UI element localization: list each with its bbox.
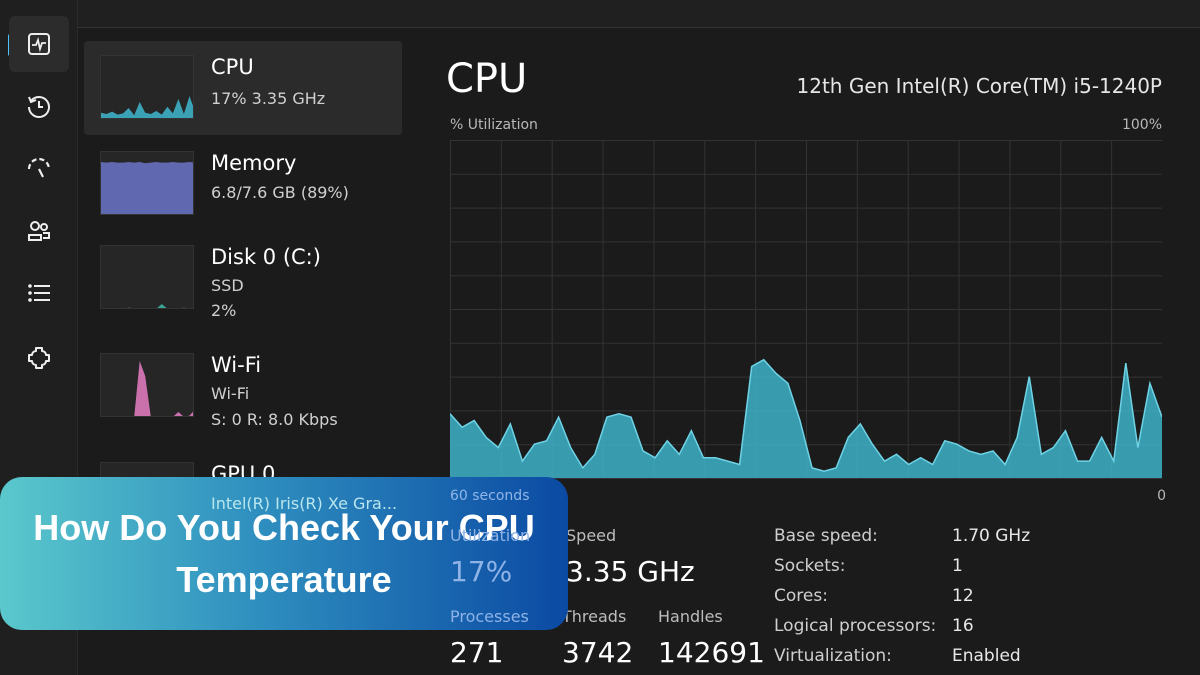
resource-disk[interactable]: Disk 0 (C:) SSD 2%	[84, 231, 402, 325]
cpu-model: 12th Gen Intel(R) Core(TM) i5-1240P	[796, 74, 1162, 98]
resource-value: Intel(R) Iris(R) Xe Gra...	[211, 494, 398, 513]
spec-value: 16	[952, 616, 974, 636]
resource-wifi[interactable]: Wi-Fi Wi-Fi S: 0 R: 8.0 Kbps	[84, 339, 402, 433]
users-icon	[28, 221, 50, 241]
startup-apps-icon	[27, 157, 51, 178]
thumbnail-area	[101, 162, 193, 214]
resource-name: Memory	[211, 151, 297, 175]
services-icon	[28, 347, 50, 369]
page-title: CPU	[446, 56, 528, 102]
nav-users[interactable]	[9, 203, 69, 259]
thumbnail-area	[101, 96, 193, 118]
title-bar	[78, 0, 1200, 28]
app-history-icon	[28, 96, 50, 118]
banner-title: How Do You Check Your CPU Temperature	[33, 506, 535, 600]
processes-value: 271	[450, 636, 504, 669]
resource-name: Wi-Fi	[211, 353, 262, 377]
memory-thumbnail-graph	[100, 151, 194, 215]
resource-value: 17% 3.35 GHz	[211, 89, 326, 108]
threads-label: Threads	[562, 607, 627, 626]
thumbnail-area	[126, 304, 186, 308]
cpu-thumbnail-graph	[100, 55, 194, 119]
nav-details[interactable]	[9, 265, 69, 321]
resource-name: Disk 0 (C:)	[211, 245, 321, 269]
spec-label: Cores:	[774, 586, 828, 606]
wifi-thumbnail-graph	[100, 353, 194, 417]
resource-value: 2%	[211, 301, 237, 320]
utilization-value: 17%	[450, 555, 513, 588]
thumbnail-area	[134, 361, 193, 416]
resource-type: SSD	[211, 276, 244, 295]
details-list-icon	[28, 284, 50, 302]
disk-thumbnail-graph	[100, 245, 194, 309]
threads-value: 3742	[562, 636, 634, 669]
resource-value: 6.8/7.6 GB (89%)	[211, 183, 349, 202]
spec-value: 1.70 GHz	[952, 526, 1031, 546]
x-left-label: 60 seconds	[450, 488, 530, 504]
y-axis-label: % Utilization	[450, 117, 538, 133]
spec-value: 12	[952, 586, 974, 606]
spec-value: 1	[952, 556, 963, 576]
spec-label: Virtualization:	[774, 646, 892, 666]
performance-icon	[28, 33, 50, 55]
spec-label: Sockets:	[774, 556, 846, 576]
cpu-utilization-graph	[450, 140, 1162, 479]
speed-label: Speed	[566, 526, 617, 545]
nav-services[interactable]	[9, 330, 69, 386]
speed-value: 3.35 GHz	[566, 555, 695, 588]
spec-value: Enabled	[952, 646, 1021, 666]
y-max-label: 100%	[1121, 117, 1162, 133]
resource-value: S: 0 R: 8.0 Kbps	[211, 410, 338, 429]
resource-memory[interactable]: Memory 6.8/7.6 GB (89%)	[84, 137, 402, 231]
resource-type: Wi-Fi	[211, 384, 250, 403]
utilization-label: Utilization	[450, 526, 531, 545]
spec-label: Base speed:	[774, 526, 878, 546]
nav-app-history[interactable]	[9, 78, 69, 134]
resource-name: CPU	[211, 55, 254, 79]
handles-value: 142691	[658, 636, 765, 669]
spec-label: Logical processors:	[774, 616, 937, 636]
x-right-label: 0	[1157, 488, 1166, 504]
handles-label: Handles	[658, 607, 723, 626]
processes-label: Processes	[450, 607, 529, 626]
nav-performance[interactable]	[9, 16, 69, 72]
nav-startup-apps[interactable]	[9, 140, 69, 196]
resource-cpu[interactable]: CPU 17% 3.35 GHz	[84, 41, 402, 135]
